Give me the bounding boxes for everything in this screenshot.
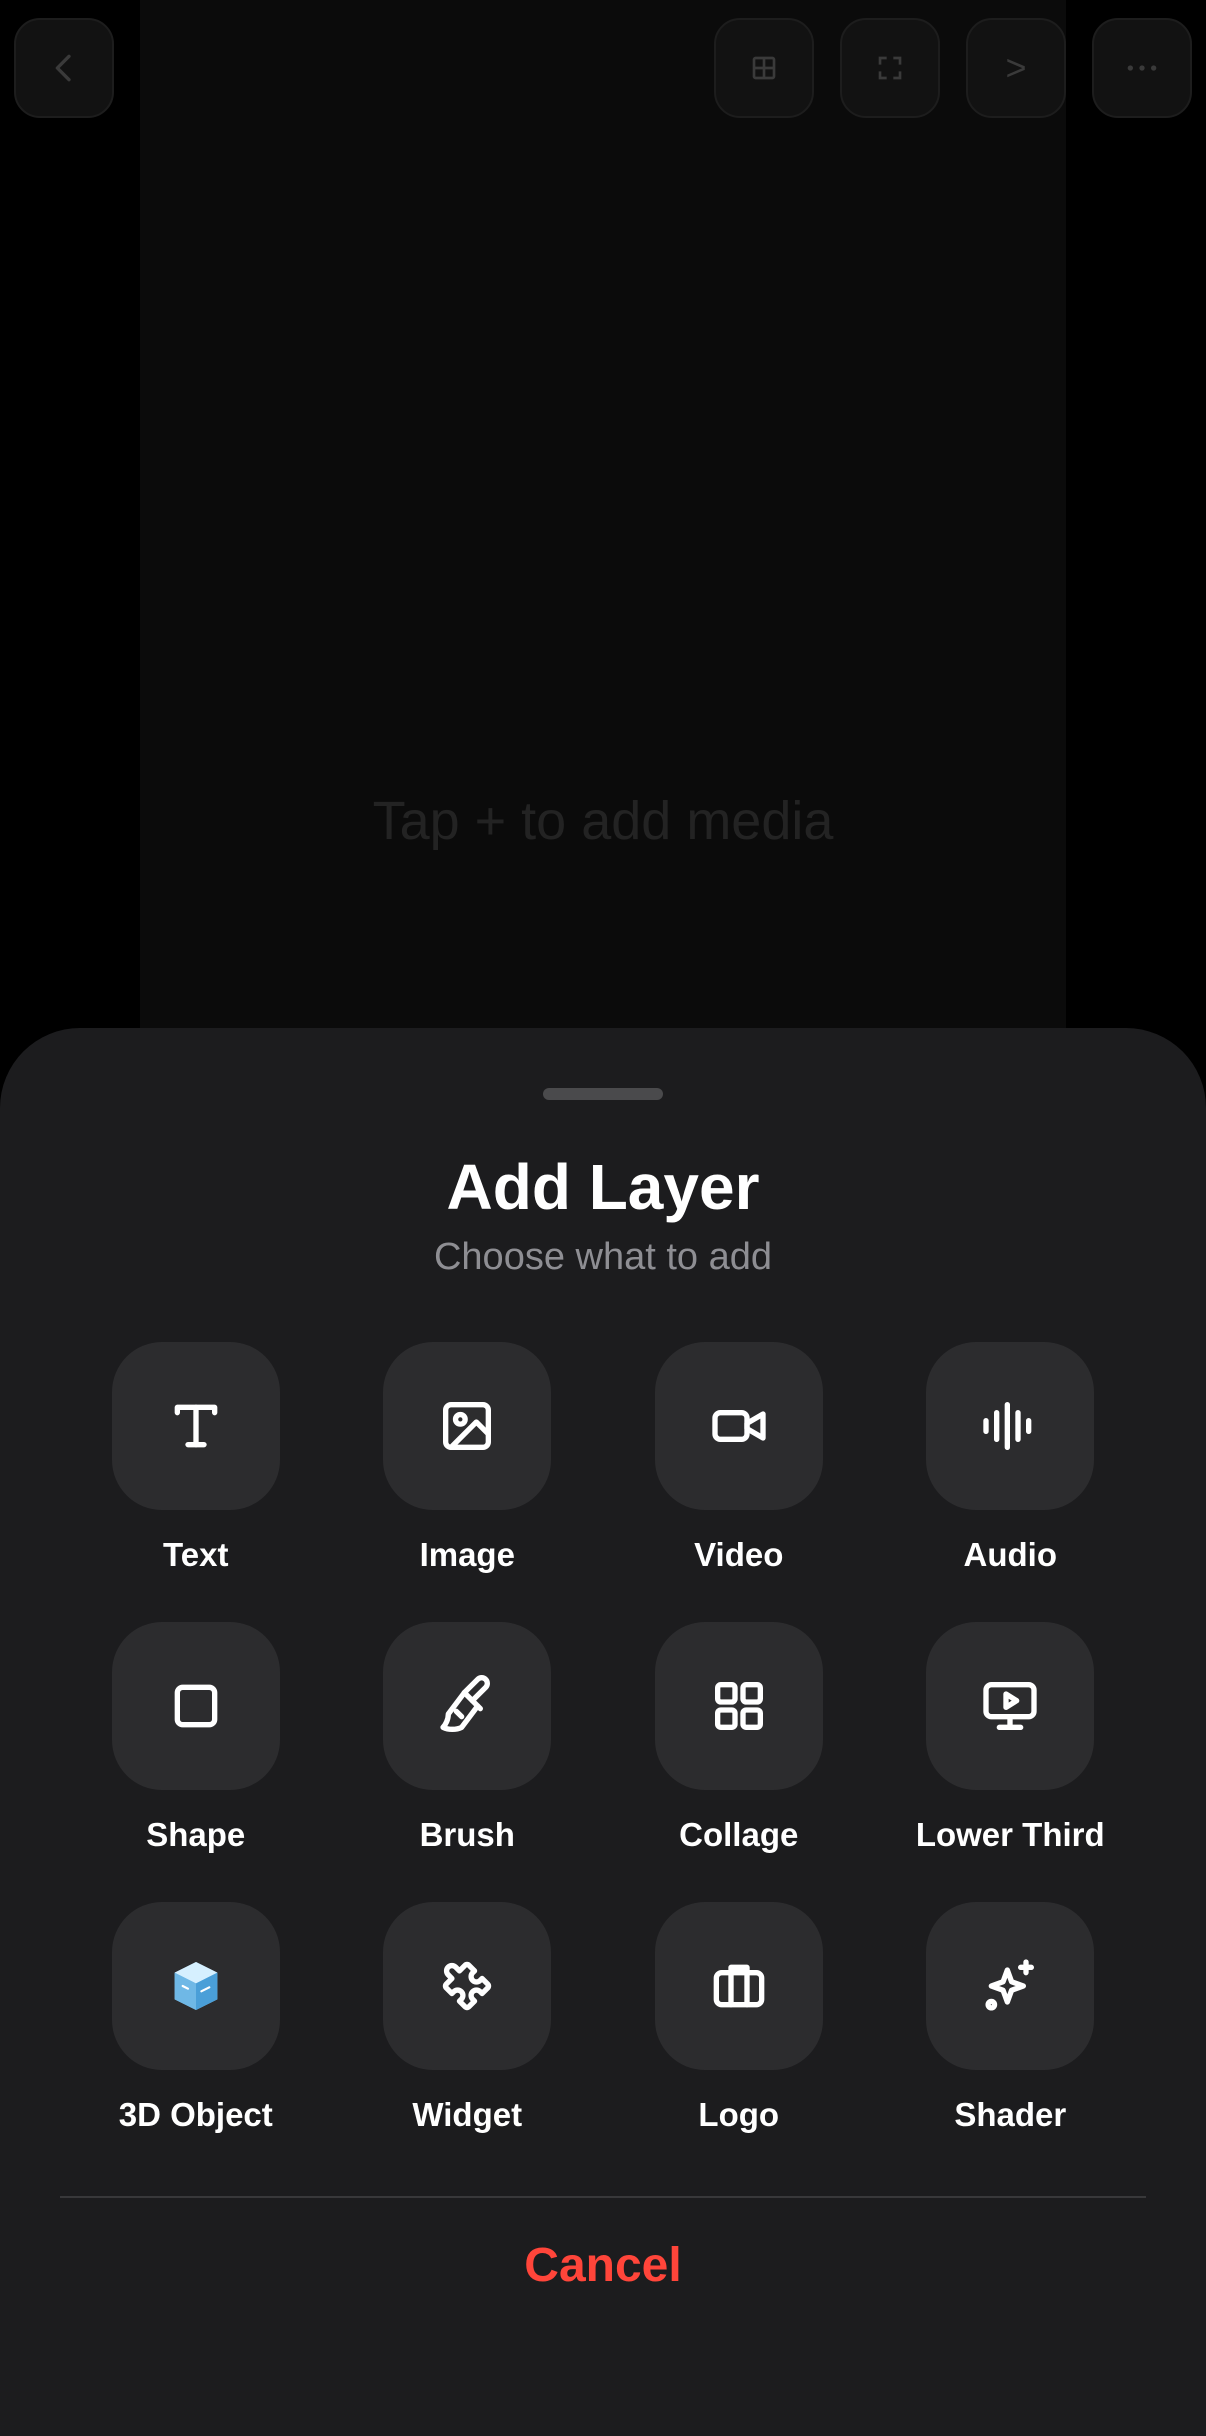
layer-option-brush[interactable]: Brush — [332, 1622, 604, 1902]
tile-icon-container[interactable] — [383, 1622, 552, 1790]
layer-option-3d-object[interactable]: 3D Object — [60, 1902, 332, 2182]
tile-icon-container[interactable] — [111, 1902, 280, 2070]
ellipsis-icon — [1127, 65, 1157, 71]
puzzle-icon — [443, 1961, 492, 2011]
layer-option-label: Logo — [698, 2096, 780, 2133]
cancel-button[interactable]: Cancel — [0, 2238, 1206, 2293]
layer-type-grid: Text Image Video Audio Shape Brush Colla… — [60, 1342, 1146, 2182]
add-layer-sheet: Add Layer Choose what to add Text Image … — [0, 1028, 1206, 2436]
grid-icon — [752, 56, 776, 80]
tile-icon-container[interactable] — [926, 1622, 1095, 1790]
layer-option-label: Text — [163, 1536, 229, 1573]
layer-option-label: Shape — [146, 1816, 246, 1853]
fullscreen-button[interactable] — [840, 18, 940, 118]
sheet-title: Add Layer — [446, 1151, 760, 1223]
layer-option-shader[interactable]: Shader — [875, 1902, 1147, 2182]
layer-option-widget[interactable]: Widget — [332, 1902, 604, 2182]
layer-option-collage[interactable]: Collage — [603, 1622, 875, 1902]
tile-icon-container[interactable] — [654, 1622, 823, 1790]
tile-icon-container[interactable] — [111, 1342, 280, 1510]
tile-icon-container[interactable] — [383, 1902, 552, 2070]
tile-icon-container[interactable] — [383, 1342, 552, 1510]
video-icon — [712, 1410, 766, 1442]
sheet-grabber[interactable] — [543, 1088, 663, 1100]
layer-option-label: Audio — [963, 1536, 1057, 1573]
text-icon — [174, 1404, 218, 1448]
sheet-subtitle: Choose what to add — [433, 1236, 772, 1278]
app-screen: Tap + to add media > Add Layer Choose wh… — [0, 0, 1206, 2436]
empty-canvas-hint: Tap + to add media — [372, 791, 834, 851]
chevron-left-icon — [55, 54, 71, 82]
layer-option-label: Widget — [412, 2096, 523, 2133]
layer-option-label: Collage — [679, 1816, 799, 1853]
layer-option-label: Shader — [954, 2096, 1067, 2133]
tile-icon-container[interactable] — [926, 1902, 1095, 2070]
play-button[interactable]: > — [966, 18, 1066, 118]
tile-icon-container[interactable] — [654, 1902, 823, 2070]
layer-option-text[interactable]: Text — [60, 1342, 332, 1622]
layer-option-label: 3D Object — [118, 2096, 273, 2133]
grid-button[interactable] — [714, 18, 814, 118]
sparkles-icon — [985, 1959, 1035, 2011]
audio-waveform-icon — [983, 1402, 1032, 1450]
tile-icon-container[interactable] — [654, 1342, 823, 1510]
ice-cube-icon — [174, 1962, 218, 2010]
fullscreen-icon — [878, 56, 902, 80]
canvas-area[interactable]: Tap + to add media — [140, 0, 1066, 1040]
layer-option-label: Video — [694, 1536, 784, 1573]
sheet-divider — [60, 2196, 1146, 2198]
layer-option-audio[interactable]: Audio — [875, 1342, 1147, 1622]
briefcase-icon — [713, 1964, 765, 2008]
back-button[interactable] — [14, 18, 114, 118]
brush-icon — [440, 1675, 491, 1732]
layer-option-label: Image — [419, 1536, 515, 1573]
monitor-play-icon — [983, 1682, 1037, 1730]
tile-icon-container[interactable] — [111, 1622, 280, 1790]
layer-option-video[interactable]: Video — [603, 1342, 875, 1622]
play-label: > — [1005, 47, 1027, 88]
layer-option-lower-third[interactable]: Lower Third — [875, 1622, 1147, 1902]
layer-option-label: Lower Third — [915, 1816, 1105, 1853]
square-icon — [174, 1684, 218, 1728]
layer-option-logo[interactable]: Logo — [603, 1902, 875, 2182]
tile-icon-container[interactable] — [926, 1342, 1095, 1510]
layer-option-label: Brush — [419, 1816, 515, 1853]
layer-option-image[interactable]: Image — [332, 1342, 604, 1622]
more-button[interactable] — [1092, 18, 1192, 118]
grid-2x2-icon — [714, 1682, 763, 1730]
image-icon — [443, 1402, 492, 1450]
layer-option-shape[interactable]: Shape — [60, 1622, 332, 1902]
